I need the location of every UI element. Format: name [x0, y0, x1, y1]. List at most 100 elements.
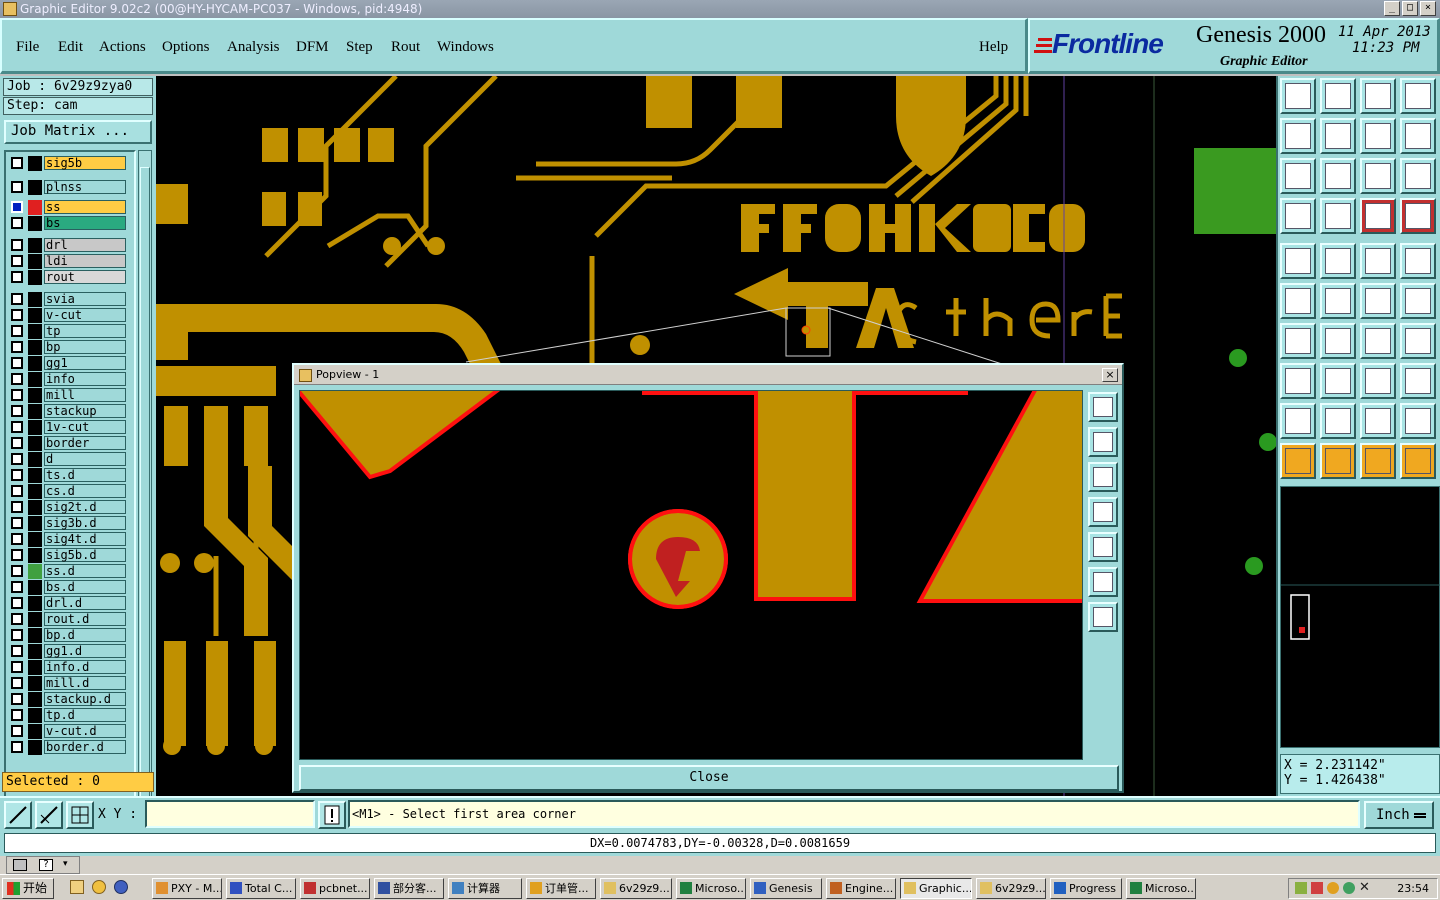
layer-color-swatch[interactable]	[28, 660, 42, 675]
layer-name[interactable]: drl	[44, 238, 126, 252]
unit-selector[interactable]: Inch	[1364, 801, 1434, 829]
layer-checkbox[interactable]	[11, 549, 23, 561]
layer-color-swatch[interactable]	[28, 644, 42, 659]
layer-color-swatch[interactable]	[28, 324, 42, 339]
maximize-button[interactable]: □	[1402, 1, 1418, 16]
layer-name[interactable]: tp	[44, 324, 126, 338]
layer-name[interactable]: sig5b	[44, 156, 126, 170]
scrollbar-thumb[interactable]	[140, 167, 150, 817]
layer-checkbox[interactable]	[11, 629, 23, 641]
home-button[interactable]	[1280, 78, 1316, 114]
layer-name[interactable]: rout	[44, 270, 126, 284]
layer-color-swatch[interactable]	[28, 612, 42, 627]
layer-color-swatch[interactable]	[28, 254, 42, 269]
layer-row[interactable]: bs.d	[8, 580, 134, 595]
menu-windows[interactable]: Windows	[437, 39, 494, 56]
layer-row[interactable]: v-cut	[8, 308, 134, 323]
taskbar-item[interactable]: Total C...	[226, 878, 296, 899]
angle-button[interactable]	[1280, 323, 1316, 359]
layer-color-swatch[interactable]	[28, 628, 42, 643]
taskbar-item[interactable]: Engine...	[826, 878, 896, 899]
layer-checkbox[interactable]	[11, 325, 23, 337]
layer-row[interactable]: mill.d	[8, 676, 134, 691]
layer-checkbox[interactable]	[11, 357, 23, 369]
layer-row[interactable]: sig3b.d	[8, 516, 134, 531]
menu-dfm[interactable]: DFM	[296, 39, 329, 56]
menu-step[interactable]: Step	[346, 39, 373, 56]
layer-checkbox[interactable]	[11, 201, 23, 213]
pointer-select-button[interactable]	[1320, 443, 1356, 479]
tray-icon-1[interactable]	[1295, 882, 1307, 894]
taskbar-item[interactable]: Microso...	[1126, 878, 1196, 899]
layer-row[interactable]: d	[8, 452, 134, 467]
popview-canvas[interactable]	[299, 390, 1083, 760]
taskbar-item[interactable]: 订单管...	[526, 878, 596, 899]
layer-name[interactable]: stackup	[44, 404, 126, 418]
popview-zoom-window-button[interactable]	[1088, 392, 1118, 422]
layer-list-scrollbar[interactable]	[138, 150, 152, 834]
layer-name[interactable]: border	[44, 436, 126, 450]
layer-name[interactable]: 1v-cut	[44, 420, 126, 434]
segment-button[interactable]	[1320, 363, 1356, 399]
layer-row[interactable]: cs.d	[8, 484, 134, 499]
layer-name[interactable]: mill.d	[44, 676, 126, 690]
close-window-button[interactable]: ×	[1420, 1, 1436, 16]
layer-color-swatch[interactable]	[28, 180, 42, 195]
layer-color-swatch[interactable]	[28, 404, 42, 419]
layer-checkbox[interactable]	[11, 501, 23, 513]
triangle-button[interactable]	[1280, 403, 1316, 439]
layer-color-swatch[interactable]	[28, 420, 42, 435]
layer-name[interactable]: bp	[44, 340, 126, 354]
help-query-button[interactable]	[1400, 158, 1436, 194]
pointer-button[interactable]	[1280, 443, 1316, 479]
grid-mode-button[interactable]	[66, 801, 94, 829]
popview-pan-down-button[interactable]	[1088, 462, 1118, 492]
layer-checkbox[interactable]	[11, 373, 23, 385]
grid-toggle-button[interactable]	[1320, 198, 1356, 234]
group-button[interactable]	[1400, 363, 1436, 399]
layer-color-swatch[interactable]	[28, 372, 42, 387]
layer-checkbox[interactable]	[11, 181, 23, 193]
layer-row[interactable]: 1v-cut	[8, 420, 134, 435]
layer-color-swatch[interactable]	[28, 356, 42, 371]
layer-checkbox[interactable]	[11, 725, 23, 737]
layer-color-swatch[interactable]	[28, 200, 42, 215]
pin-button[interactable]	[1280, 363, 1316, 399]
layer-name[interactable]: cs.d	[44, 484, 126, 498]
taskbar-item[interactable]: PXY - M...	[152, 878, 222, 899]
taskbar-item[interactable]: 6v29z9...	[600, 878, 672, 899]
layer-name[interactable]: gg1	[44, 356, 126, 370]
quicklaunch-clock-icon[interactable]	[92, 880, 106, 894]
layer-name[interactable]: sig3b.d	[44, 516, 126, 530]
layer-name[interactable]: info	[44, 372, 126, 386]
layer-checkbox[interactable]	[11, 741, 23, 753]
cross-button[interactable]	[1320, 283, 1356, 319]
layer-name[interactable]: sig2t.d	[44, 500, 126, 514]
layer-checkbox[interactable]	[11, 485, 23, 497]
layer-name[interactable]: bs.d	[44, 580, 126, 594]
tray-close-icon[interactable]: ✕	[1359, 880, 1370, 895]
layer-name[interactable]: sig5b.d	[44, 548, 126, 562]
menu-rout[interactable]: Rout	[391, 39, 420, 56]
net-select-button[interactable]	[1360, 198, 1396, 234]
minimize-button[interactable]: _	[1384, 1, 1400, 16]
array-button[interactable]	[1360, 363, 1396, 399]
layer-row[interactable]: rout.d	[8, 612, 134, 627]
layer-color-swatch[interactable]	[28, 340, 42, 355]
layer-color-swatch[interactable]	[28, 452, 42, 467]
pointer-area-button[interactable]	[1360, 443, 1396, 479]
popview-pan-left-button[interactable]	[1088, 497, 1118, 527]
menu-file[interactable]: File	[16, 39, 39, 56]
layer-name[interactable]: d	[44, 452, 126, 466]
ruler-button[interactable]	[1360, 243, 1396, 279]
taskbar-item[interactable]: 部分客...	[374, 878, 444, 899]
delta-cut-button[interactable]	[1400, 403, 1436, 439]
taskbar-item[interactable]: Progress	[1050, 878, 1122, 899]
layer-color-swatch[interactable]	[28, 676, 42, 691]
chevron-down-icon[interactable]: ▾	[63, 859, 68, 869]
zoom-in-button[interactable]	[1280, 158, 1316, 194]
layer-row[interactable]: stackup.d	[8, 692, 134, 707]
layer-checkbox[interactable]	[11, 437, 23, 449]
delta-button[interactable]	[1320, 403, 1356, 439]
measure-area-button[interactable]	[1320, 243, 1356, 279]
